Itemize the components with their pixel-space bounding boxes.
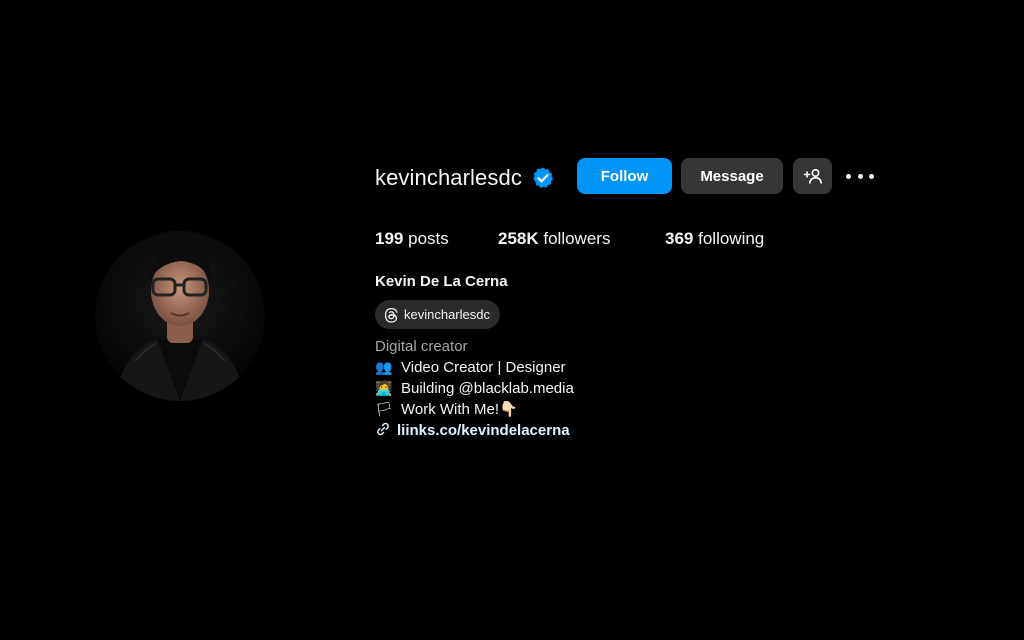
dot <box>846 173 851 179</box>
message-button[interactable]: Message <box>681 158 783 194</box>
profile-username: kevincharlesdc <box>375 165 522 190</box>
verified-badge-icon <box>533 167 554 188</box>
suggest-similar-button[interactable] <box>793 158 832 194</box>
followers-label: followers <box>543 229 611 248</box>
link-icon <box>377 422 389 436</box>
profile-avatar[interactable] <box>95 231 265 401</box>
link-text: liinks.co/kevindelacerna <box>397 422 570 439</box>
posts-count: 199 <box>375 229 404 248</box>
avatar-photo <box>95 231 265 401</box>
following-label: following <box>698 229 765 248</box>
technologist-emoji: 🧑‍💻 <box>375 381 393 397</box>
threads-icon <box>384 307 398 323</box>
flag-emoji: 🏳 <box>375 402 393 418</box>
posts-stat: 199 posts <box>375 227 449 251</box>
threads-handle: kevincharlesdc <box>404 307 490 322</box>
people-emoji: 👥 <box>375 360 393 376</box>
followers-count: 258K <box>498 229 539 248</box>
profile-external-link[interactable]: liinks.co/kevindelacerna <box>375 421 570 441</box>
profile-full-name: Kevin De La Cerna <box>375 273 508 290</box>
dot <box>857 173 863 179</box>
follow-button[interactable]: Follow <box>577 158 672 194</box>
bio-text: Work With Me!👇🏻 <box>401 401 518 418</box>
profile-category: Digital creator <box>375 338 468 355</box>
bio-text: Building @blacklab.media <box>401 380 574 397</box>
following-count: 369 <box>665 229 694 248</box>
threads-badge-link[interactable]: kevincharlesdc <box>375 300 500 329</box>
bio-line: 🧑‍💻 Building @blacklab.media <box>375 379 574 399</box>
posts-label: posts <box>408 229 449 248</box>
dot <box>869 173 874 179</box>
more-options-icon[interactable] <box>846 164 874 188</box>
add-user-icon <box>803 168 822 184</box>
following-link[interactable]: 369 following <box>665 227 764 251</box>
bio-line: 👥 Video Creator | Designer <box>375 358 566 378</box>
bio-text: Video Creator | Designer <box>401 359 566 376</box>
followers-link[interactable]: 258K followers <box>498 227 610 251</box>
bio-line: 🏳 Work With Me!👇🏻 <box>375 400 518 420</box>
